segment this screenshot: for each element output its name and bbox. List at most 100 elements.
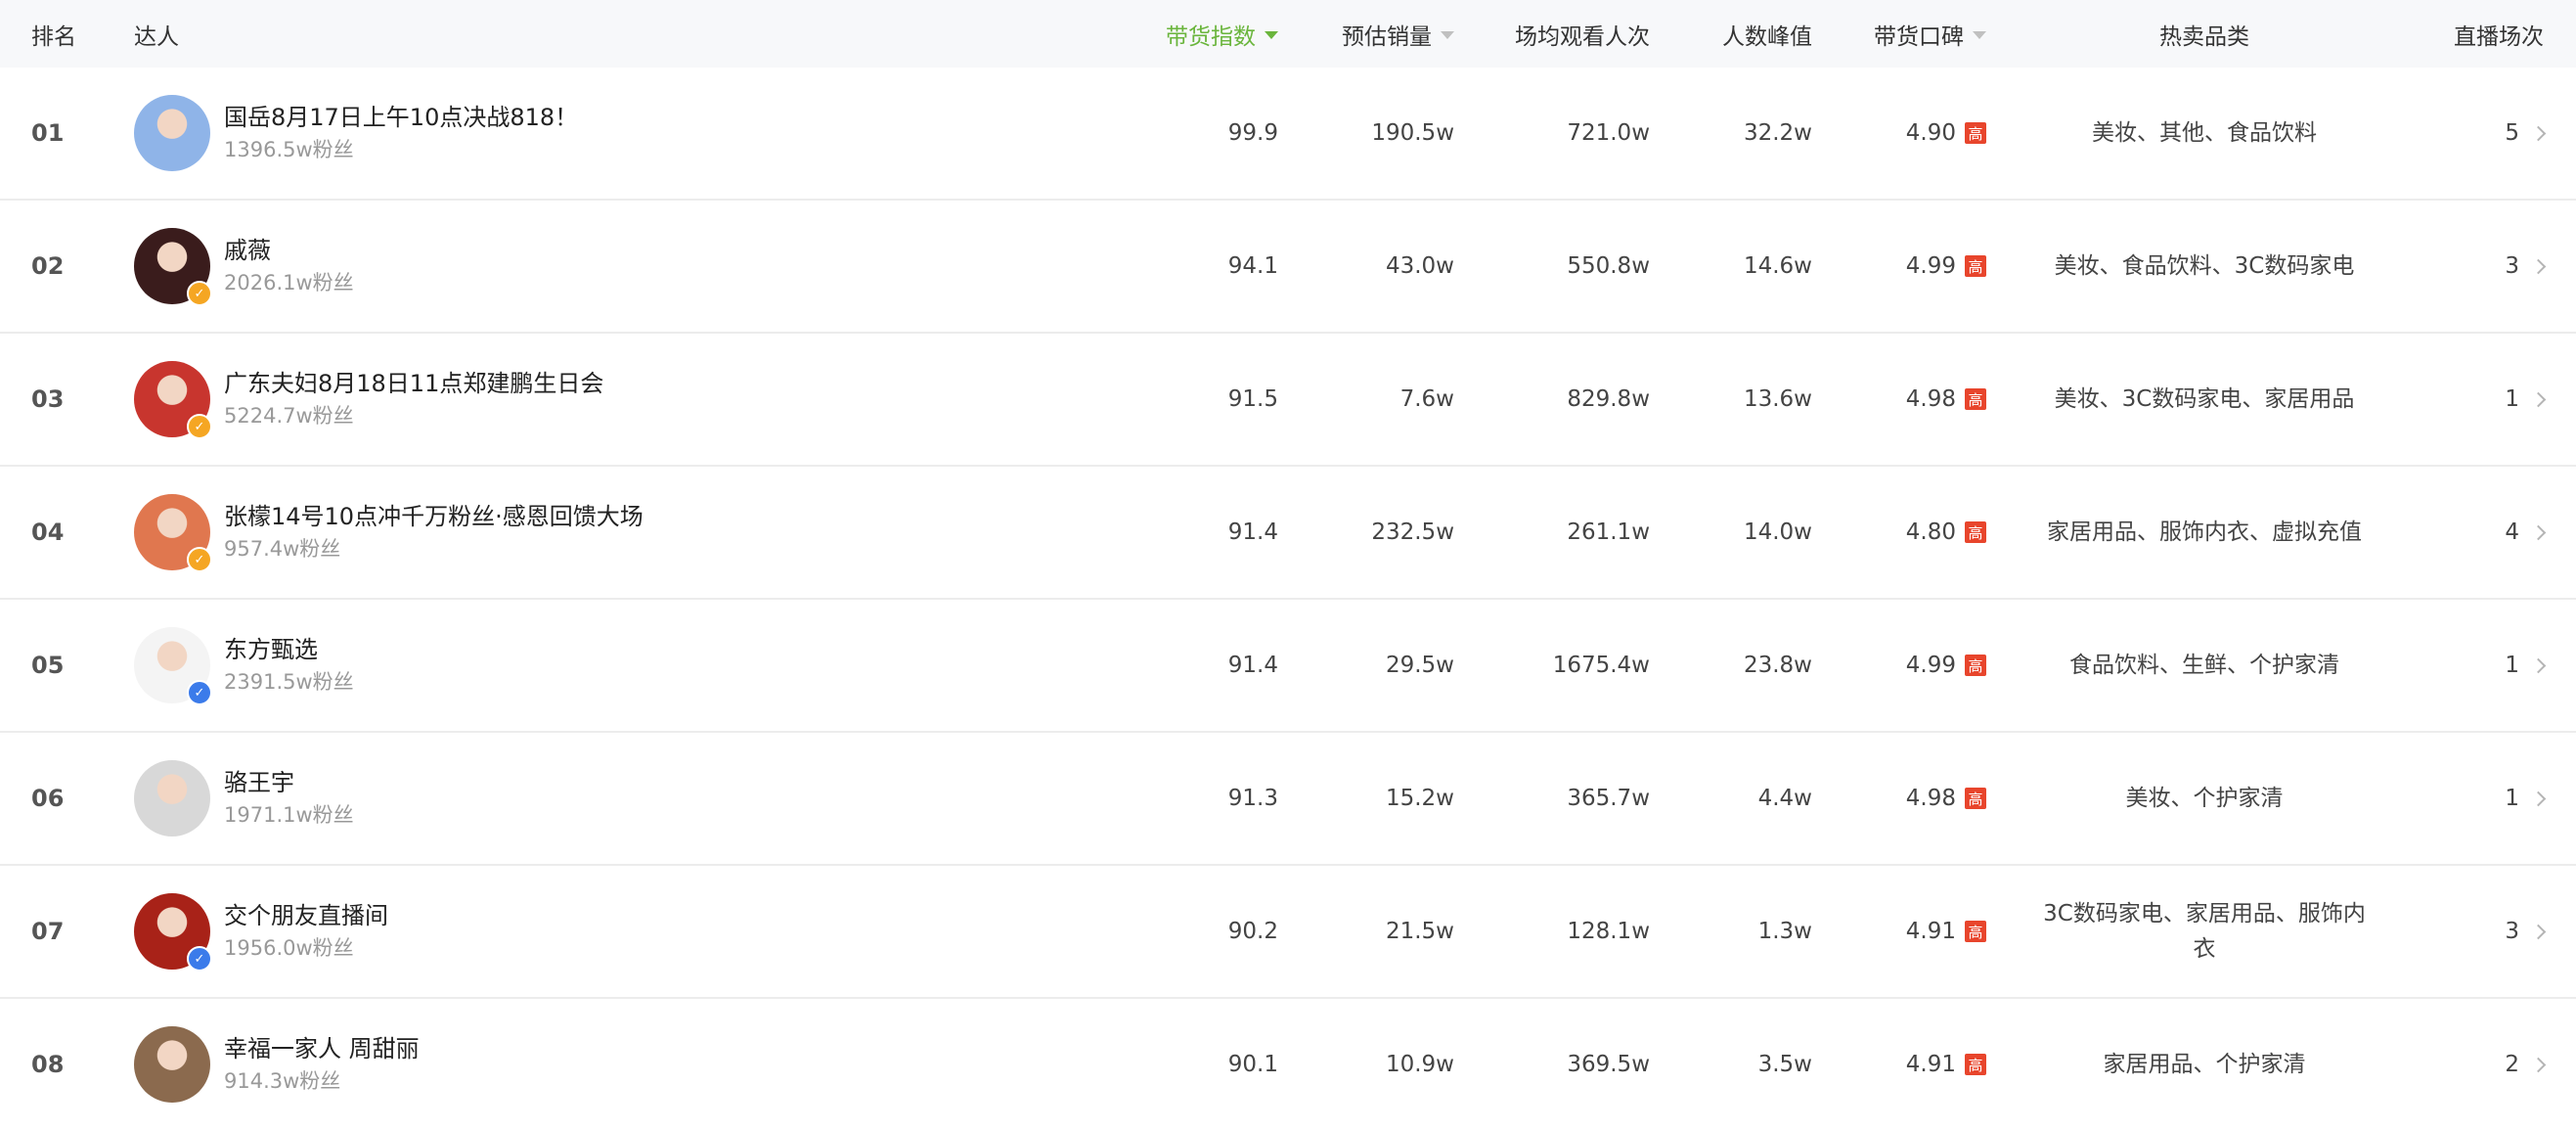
talent-info[interactable]: ✓ 戚薇 2026.1w粉丝 [134,228,354,306]
sales-index-value: 94.1 [1227,253,1278,279]
avatar[interactable]: ✓ [134,494,212,572]
reputation-value: 4.91 [1905,1052,1956,1077]
talent-info[interactable]: ✓ 东方甄选 2391.5w粉丝 [134,627,354,705]
rank-number: 05 [31,652,65,679]
talent-info[interactable]: ✓ 张檬14号10点冲千万粉丝·感恩回馈大场 957.4w粉丝 [134,494,644,572]
talent-info[interactable]: ✓ 广东夫妇8月18日11点郑建鹏生日会 5224.7w粉丝 [134,361,603,439]
header-reputation-label: 带货口碑 [1874,23,1964,50]
avatar[interactable]: ✓ [134,228,212,306]
chevron-right-icon[interactable] [2530,258,2547,274]
avg-views-value: 128.1w [1567,919,1650,944]
reputation-high-badge: 高 [1965,655,1986,676]
talent-name[interactable]: 东方甄选 [224,634,354,665]
avatar[interactable]: ✓ [134,627,212,705]
reputation-value: 4.90 [1905,120,1956,146]
avg-views-value: 1675.4w [1552,653,1650,678]
chevron-right-icon[interactable] [2530,657,2547,673]
header-est-sales-label: 预估销量 [1342,23,1432,50]
live-count-value: 1 [2505,786,2519,811]
avg-views-value: 550.8w [1567,253,1650,279]
peak-value: 23.8w [1743,653,1812,678]
table-row[interactable]: 06 骆王宇 1971.1w粉丝 91.3 15.2w 365.7w 4.4w 4.98 高 美妆… [0,733,2576,866]
live-count-value: 5 [2505,120,2519,146]
est-sales-value: 29.5w [1385,653,1454,678]
reputation-value: 4.98 [1905,786,1956,811]
live-count-value: 2 [2505,1052,2519,1077]
peak-value: 32.2w [1743,120,1812,146]
header-sales-index-label: 带货指数 [1166,23,1256,50]
talent-name[interactable]: 交个朋友直播间 [224,900,388,931]
talent-name[interactable]: 张檬14号10点冲千万粉丝·感恩回馈大场 [224,501,644,532]
table-row[interactable]: 03 ✓ 广东夫妇8月18日11点郑建鹏生日会 5224.7w粉丝 91.5 7.6w 82… [0,334,2576,467]
reputation-value: 4.98 [1905,386,1956,412]
reputation-high-badge: 高 [1965,1054,1986,1075]
live-count-value: 1 [2505,653,2519,678]
verified-badge-icon: ✓ [187,414,212,439]
talent-fans: 1971.1w粉丝 [224,803,354,827]
rank-number: 03 [31,385,65,413]
reputation-high-badge: 高 [1965,521,1986,543]
avg-views-value: 261.1w [1567,520,1650,545]
talent-name[interactable]: 骆王宇 [224,767,354,798]
hot-categories: 美妆、个护家清 [2125,786,2284,811]
header-est-sales-sort[interactable]: 预估销量 [1342,0,1454,68]
reputation-value: 4.91 [1905,919,1956,944]
talent-name[interactable]: 国岳8月17日上午10点决战818！ [224,102,578,133]
talent-name[interactable]: 幸福一家人 周甜丽 [224,1033,420,1064]
table-row[interactable]: 08 幸福一家人 周甜丽 914.3w粉丝 90.1 10.9w 369.5w 3.5w 4.… [0,999,2576,1130]
est-sales-value: 7.6w [1399,386,1454,412]
avatar-image [134,1026,210,1103]
chevron-right-icon[interactable] [2530,1057,2547,1072]
hot-categories: 食品饮料、生鲜、个护家清 [2069,653,2339,678]
header-sales-index-sort[interactable]: 带货指数 [1166,0,1278,68]
header-categories: 热卖品类 [2159,23,2249,50]
header-live-count: 直播场次 [2454,23,2544,50]
chevron-right-icon[interactable] [2530,391,2547,407]
est-sales-value: 43.0w [1385,253,1454,279]
live-count-value: 1 [2505,386,2519,412]
rank-number: 01 [31,119,65,147]
avatar-image [134,95,210,171]
chevron-right-icon[interactable] [2530,791,2547,806]
reputation-high-badge: 高 [1965,255,1986,277]
est-sales-value: 190.5w [1371,120,1454,146]
header-peak: 人数峰值 [1722,23,1812,50]
table-row[interactable]: 07 ✓ 交个朋友直播间 1956.0w粉丝 90.2 21.5w 128.1w 1.3w 4.… [0,866,2576,999]
talent-fans: 914.3w粉丝 [224,1069,341,1093]
talent-info[interactable]: 幸福一家人 周甜丽 914.3w粉丝 [134,1026,420,1103]
header-reputation-sort[interactable]: 带货口碑 [1874,0,1986,68]
sales-index-value: 90.1 [1227,1052,1278,1077]
live-count-value: 3 [2505,919,2519,944]
rank-number: 04 [31,519,65,546]
talent-name[interactable]: 戚薇 [224,235,354,266]
avatar-image [134,760,210,836]
talent-fans: 1396.5w粉丝 [224,138,354,161]
table-row[interactable]: 05 ✓ 东方甄选 2391.5w粉丝 91.4 29.5w 1675.4w 23.8w 4.9… [0,600,2576,733]
talent-fans: 2026.1w粉丝 [224,271,354,294]
table-row[interactable]: 01 国岳8月17日上午10点决战818！ 1396.5w粉丝 99.9 190.5w 7… [0,68,2576,201]
avatar[interactable]: ✓ [134,893,212,972]
chevron-right-icon[interactable] [2530,924,2547,939]
avatar[interactable]: ✓ [134,361,212,439]
chevron-right-icon[interactable] [2530,125,2547,141]
sales-index-value: 91.5 [1227,386,1278,412]
peak-value: 1.3w [1757,919,1812,944]
avg-views-value: 365.7w [1567,786,1650,811]
table-row[interactable]: 04 ✓ 张檬14号10点冲千万粉丝·感恩回馈大场 957.4w粉丝 91.4 232.5… [0,467,2576,600]
talent-name[interactable]: 广东夫妇8月18日11点郑建鹏生日会 [224,368,603,399]
talent-info[interactable]: 骆王宇 1971.1w粉丝 [134,760,354,836]
reputation-high-badge: 高 [1965,788,1986,809]
chevron-right-icon[interactable] [2530,524,2547,540]
avatar[interactable] [134,1026,210,1103]
reputation-value: 4.99 [1905,253,1956,279]
talent-info[interactable]: 国岳8月17日上午10点决战818！ 1396.5w粉丝 [134,95,578,171]
talent-fans: 2391.5w粉丝 [224,670,354,694]
avatar[interactable] [134,760,210,836]
hot-categories: 美妆、其他、食品饮料 [2092,120,2317,146]
sales-index-value: 91.3 [1227,786,1278,811]
est-sales-value: 21.5w [1385,919,1454,944]
table-row[interactable]: 02 ✓ 戚薇 2026.1w粉丝 94.1 43.0w 550.8w 14.6w 4.99 高 美… [0,201,2576,334]
header-rank: 排名 [31,23,76,50]
avatar[interactable] [134,95,210,171]
talent-info[interactable]: ✓ 交个朋友直播间 1956.0w粉丝 [134,893,388,972]
